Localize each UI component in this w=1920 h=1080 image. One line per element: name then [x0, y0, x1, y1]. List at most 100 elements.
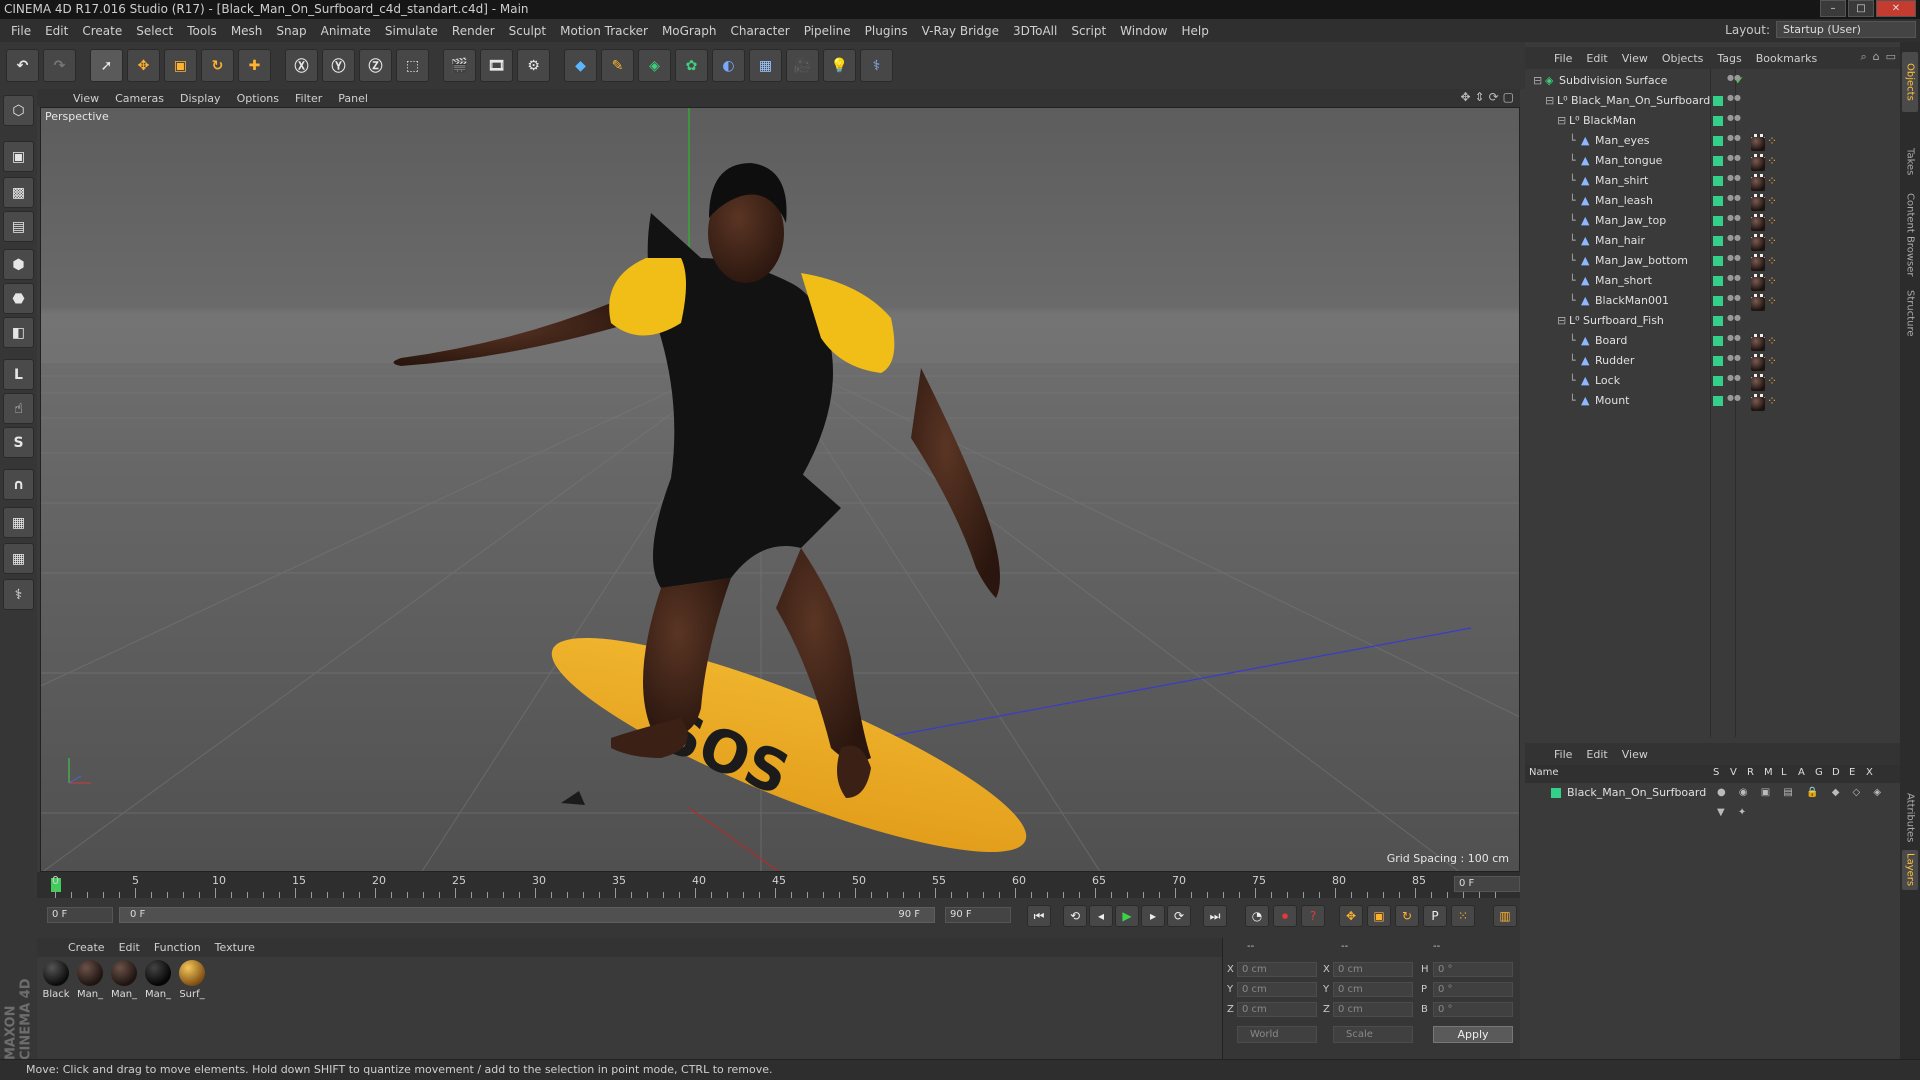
object-menu-view[interactable]: View: [1615, 52, 1655, 65]
menu-help[interactable]: Help: [1174, 24, 1215, 38]
viewport-menu-view[interactable]: View: [65, 92, 107, 105]
edges-mode-icon[interactable]: ⬣: [3, 283, 34, 314]
phong-tag-icon[interactable]: ⁘: [1767, 134, 1777, 148]
viewport-menu-cameras[interactable]: Cameras: [107, 92, 172, 105]
menu-pipeline[interactable]: Pipeline: [797, 24, 858, 38]
visibility-dots-icon[interactable]: ●●: [1727, 314, 1741, 327]
object-row[interactable]: └ ▲ Man_tongue ●● ⁘: [1525, 151, 1900, 171]
object-row[interactable]: └ ▲ Man_shirt ●● ⁘: [1525, 171, 1900, 191]
visibility-dots-icon[interactable]: ●●: [1727, 154, 1741, 167]
layer-row[interactable]: Black_Man_On_Surfboard ● ◉ ▣ ▤ 🔒 ◆ ◇ ◈ ▼…: [1525, 783, 1900, 818]
model-mode-icon[interactable]: ▣: [3, 141, 34, 172]
spline-pen-icon[interactable]: ✎: [601, 49, 634, 82]
object-menu-bookmarks[interactable]: Bookmarks: [1749, 52, 1824, 65]
menu-window[interactable]: Window: [1113, 24, 1174, 38]
material-swatch[interactable]: Man_: [75, 960, 105, 1000]
viewport-menu-panel[interactable]: Panel: [330, 92, 376, 105]
layer-color-square[interactable]: [1713, 276, 1723, 286]
expand-toggle-icon[interactable]: ⊟: [1533, 71, 1542, 91]
material-swatch[interactable]: Surf_: [177, 960, 207, 1000]
enabled-check-icon[interactable]: ✓: [1735, 71, 1744, 91]
menu-mesh[interactable]: Mesh: [224, 24, 270, 38]
material-menu-texture[interactable]: Texture: [208, 941, 262, 954]
menu-3dtoall[interactable]: 3DToAll: [1006, 24, 1064, 38]
render-view-icon[interactable]: 🎬: [443, 49, 476, 82]
viewport-menu-options[interactable]: Options: [229, 92, 287, 105]
visibility-dots-icon[interactable]: ●●: [1727, 374, 1741, 387]
python-icon[interactable]: ⚕: [860, 49, 893, 82]
layout-dropdown[interactable]: Startup (User): [1776, 21, 1916, 38]
scale-icon[interactable]: ▣: [164, 49, 197, 82]
layer-color-square[interactable]: [1713, 256, 1723, 266]
object-row[interactable]: └ ▲ Man_hair ●● ⁘: [1525, 231, 1900, 251]
motion-record-icon[interactable]: ◔: [1245, 905, 1269, 927]
material-swatch[interactable]: Black: [41, 960, 71, 1000]
deformer-icon[interactable]: ◐: [712, 49, 745, 82]
polygons-mode-icon[interactable]: ◧: [3, 317, 34, 348]
z-axis-lock-icon[interactable]: Ⓩ: [359, 49, 392, 82]
object-row[interactable]: └ ▲ Mount ●● ⁘: [1525, 391, 1900, 411]
object-menu-objects[interactable]: Objects: [1655, 52, 1711, 65]
workplane-align-icon[interactable]: ▦: [3, 543, 34, 574]
material-tag-icon[interactable]: [1751, 297, 1765, 311]
position-y-field[interactable]: 0 cm: [1237, 982, 1317, 997]
size-y-field[interactable]: 0 cm: [1333, 982, 1413, 997]
material-tag-icon[interactable]: [1751, 277, 1765, 291]
material-tag-icon[interactable]: [1751, 397, 1765, 411]
rotation-h-field[interactable]: 0 °: [1433, 962, 1513, 977]
magnet-icon[interactable]: ∩: [3, 469, 34, 500]
axis-mode-icon[interactable]: L: [3, 359, 34, 390]
timeline-window-icon[interactable]: ▥: [1493, 905, 1517, 927]
phong-tag-icon[interactable]: ⁘: [1767, 174, 1777, 188]
visibility-dots-icon[interactable]: ●●: [1727, 274, 1741, 287]
object-row[interactable]: └ ▲ Man_eyes ●● ⁘: [1525, 131, 1900, 151]
undo-icon[interactable]: ↶: [6, 49, 39, 82]
3d-viewport[interactable]: SOS Perspective Grid Spacing: 100 cm: [40, 107, 1520, 872]
current-frame-field[interactable]: 0 F: [1454, 876, 1520, 892]
y-axis-lock-icon[interactable]: Ⓨ: [322, 49, 355, 82]
layer-color-swatch[interactable]: [1551, 788, 1561, 798]
visibility-dots-icon[interactable]: ●●: [1727, 254, 1741, 267]
subdivision-icon[interactable]: ◈: [638, 49, 671, 82]
menu-create[interactable]: Create: [75, 24, 129, 38]
rotation-b-field[interactable]: 0 °: [1433, 1002, 1513, 1017]
visibility-dots-icon[interactable]: ●●: [1727, 234, 1741, 247]
orbit-icon[interactable]: ⟳: [1489, 90, 1499, 104]
phong-tag-icon[interactable]: ⁘: [1767, 294, 1777, 308]
expand-toggle-icon[interactable]: ⊟: [1545, 91, 1554, 111]
key-parameter-icon[interactable]: P: [1423, 905, 1447, 927]
layer-color-square[interactable]: [1713, 116, 1723, 126]
menu-motion-tracker[interactable]: Motion Tracker: [553, 24, 655, 38]
layer-color-square[interactable]: [1713, 316, 1723, 326]
camera-icon[interactable]: 🎥: [786, 49, 819, 82]
close-button[interactable]: ✕: [1876, 0, 1916, 17]
minimize-button[interactable]: –: [1820, 0, 1846, 17]
expand-toggle-icon[interactable]: ⊟: [1557, 311, 1566, 331]
material-tag-icon[interactable]: [1751, 257, 1765, 271]
next-key-icon[interactable]: ⟳: [1167, 905, 1191, 927]
tab-content-browser[interactable]: Content Browser: [1902, 190, 1918, 280]
size-x-field[interactable]: 0 cm: [1333, 962, 1413, 977]
light-icon[interactable]: 💡: [823, 49, 856, 82]
floor-icon[interactable]: ▦: [749, 49, 782, 82]
workplane-mode-icon[interactable]: ▤: [3, 211, 34, 242]
visibility-dots-icon[interactable]: ●●: [1727, 214, 1741, 227]
menu-vray-bridge[interactable]: V-Ray Bridge: [915, 24, 1006, 38]
visibility-dots-icon[interactable]: ●●: [1727, 114, 1741, 127]
apply-button[interactable]: Apply: [1433, 1026, 1513, 1043]
coordinate-space-dropdown[interactable]: World: [1237, 1026, 1317, 1043]
redo-icon[interactable]: ↷: [43, 49, 76, 82]
object-row[interactable]: └ ▲ Man_Jaw_top ●● ⁘: [1525, 211, 1900, 231]
phong-tag-icon[interactable]: ⁘: [1767, 334, 1777, 348]
layer-color-square[interactable]: [1713, 376, 1723, 386]
key-scale-icon[interactable]: ▣: [1367, 905, 1391, 927]
tab-objects[interactable]: Objects: [1902, 52, 1918, 112]
material-tag-icon[interactable]: [1751, 157, 1765, 171]
layer-menu-view[interactable]: View: [1615, 748, 1655, 761]
visibility-dots-icon[interactable]: ●●: [1727, 334, 1741, 347]
object-menu-file[interactable]: File: [1547, 52, 1579, 65]
menu-animate[interactable]: Animate: [314, 24, 378, 38]
maximize-button[interactable]: □: [1848, 0, 1874, 17]
phong-tag-icon[interactable]: ⁘: [1767, 214, 1777, 228]
render-picture-viewer-icon[interactable]: 🎞: [480, 49, 513, 82]
